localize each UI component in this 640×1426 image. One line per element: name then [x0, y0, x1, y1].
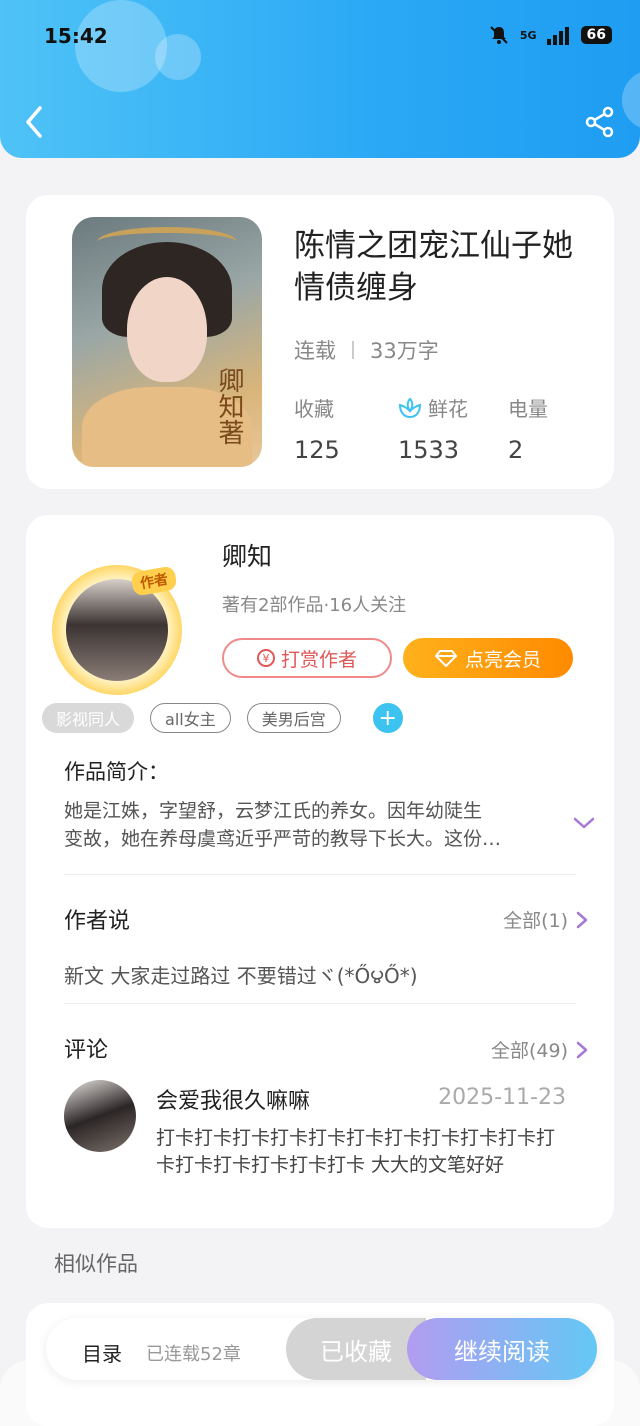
- word-count: 33万字: [370, 339, 439, 363]
- cover-face: [127, 277, 207, 382]
- comment-date: 2025-11-23: [438, 1085, 566, 1110]
- author-badge: 作者: [130, 565, 178, 597]
- tag-list: 影视同人 all女主 美男后宫 +: [42, 703, 403, 733]
- author-info: 著有2部作品·16人关注: [222, 595, 407, 616]
- author-avatar: [66, 579, 168, 681]
- chevron-down-icon[interactable]: [572, 811, 596, 835]
- vip-label: 点亮会员: [464, 648, 541, 671]
- stat-value: 2: [508, 436, 524, 464]
- book-meta: 连载 33万字: [294, 335, 439, 365]
- cover-crown: [97, 227, 237, 257]
- stat-value: 1533: [398, 436, 460, 464]
- signal-type: 5G: [519, 28, 537, 42]
- comment-text[interactable]: 打卡打卡打卡打卡打卡打卡打卡打卡打卡打卡打卡打卡打卡打卡打卡打卡 大大的文笔好好: [156, 1125, 570, 1179]
- intro-line: 变故，她在养母虞鸢近乎严苛的教导下长大。这份…: [64, 828, 502, 850]
- status-time: 15:42: [44, 24, 108, 48]
- comments-more-label: 全部(49): [490, 1040, 568, 1062]
- header: 15:42 5G 66: [0, 0, 640, 158]
- mute-bell-icon: [490, 26, 508, 44]
- stat-label: 鲜花: [428, 397, 468, 421]
- flower-icon: [398, 397, 422, 418]
- signal-icon: [546, 27, 569, 45]
- decor-bubble: [622, 70, 640, 130]
- book-title: 陈情之团宠江仙子她情债缠身: [294, 228, 573, 306]
- author-says-more-label: 全部(1): [503, 910, 568, 932]
- vip-button[interactable]: 点亮会员: [403, 638, 573, 678]
- author-name[interactable]: 卿知: [222, 537, 272, 573]
- commenter-name[interactable]: 会爱我很久嘛嘛: [156, 1083, 310, 1115]
- comments-more[interactable]: 全部(49): [491, 1036, 588, 1063]
- tag-item[interactable]: all女主: [150, 703, 231, 733]
- catalog-button[interactable]: 目录: [82, 1338, 122, 1367]
- stat-collect: 收藏 125: [294, 393, 340, 464]
- back-icon[interactable]: [20, 104, 50, 140]
- book-cover[interactable]: 卿知著: [72, 217, 262, 467]
- book-card: 卿知著 陈情之团宠江仙子她情债缠身 连载 33万字 收藏 125 鲜花 1533…: [26, 195, 614, 489]
- stat-label: 电量: [508, 397, 548, 421]
- detail-card: 作者 卿知 著有2部作品·16人关注 ¥ 打赏作者 点亮会员 影视同人 all女…: [26, 515, 614, 1228]
- intro-text[interactable]: 她是江姝，字望舒，云梦江氏的养女。因年幼陡生 变故，她在养母虞鸢近乎严苛的教导下…: [64, 797, 544, 853]
- similar-works-title: 相似作品: [54, 1252, 138, 1276]
- continue-reading-button[interactable]: 继续阅读: [407, 1318, 597, 1380]
- decor-bubble: [155, 34, 201, 80]
- author-says-more[interactable]: 全部(1): [503, 906, 588, 933]
- collected-button[interactable]: 已收藏: [286, 1318, 426, 1380]
- tag-item[interactable]: 影视同人: [42, 703, 135, 733]
- share-icon[interactable]: [584, 106, 616, 138]
- tip-author-button[interactable]: ¥ 打赏作者: [222, 638, 392, 678]
- author-avatar-frame[interactable]: 作者: [52, 565, 182, 695]
- chevron-right-icon: [576, 1041, 588, 1058]
- intro-label: 作品简介：: [64, 760, 169, 784]
- meta-divider: [352, 341, 354, 359]
- cover-title-text: 卿知著: [214, 367, 244, 445]
- book-status: 连载: [294, 339, 336, 363]
- add-tag-icon[interactable]: +: [372, 703, 403, 733]
- status-icons: 5G 66: [488, 24, 612, 46]
- author-says-text: 新文 大家走过路过 不要错过ヾ(*Ő౪Ő*): [64, 964, 418, 988]
- stat-power: 电量 2: [508, 393, 548, 464]
- stat-label: 收藏: [294, 397, 334, 421]
- chevron-right-icon: [576, 911, 588, 928]
- bottom-action-bar: 目录 已连载52章 已收藏 继续阅读: [46, 1318, 597, 1380]
- stat-flowers[interactable]: 鲜花 1533: [398, 393, 468, 464]
- intro-line: 她是江姝，字望舒，云梦江氏的养女。因年幼陡生: [64, 800, 483, 822]
- comments-title: 评论: [64, 1038, 109, 1063]
- divider: [64, 1003, 576, 1004]
- divider: [64, 874, 576, 875]
- author-says-title: 作者说: [64, 909, 131, 934]
- battery-indicator: 66: [580, 26, 612, 44]
- commenter-avatar[interactable]: [64, 1080, 136, 1152]
- chapter-count: 已连载52章: [146, 1344, 241, 1365]
- yen-coin-icon: ¥: [256, 649, 275, 667]
- diamond-icon: [434, 650, 457, 667]
- stat-value: 125: [294, 436, 340, 464]
- tip-author-label: 打赏作者: [280, 648, 357, 671]
- tag-item[interactable]: 美男后宫: [246, 703, 341, 733]
